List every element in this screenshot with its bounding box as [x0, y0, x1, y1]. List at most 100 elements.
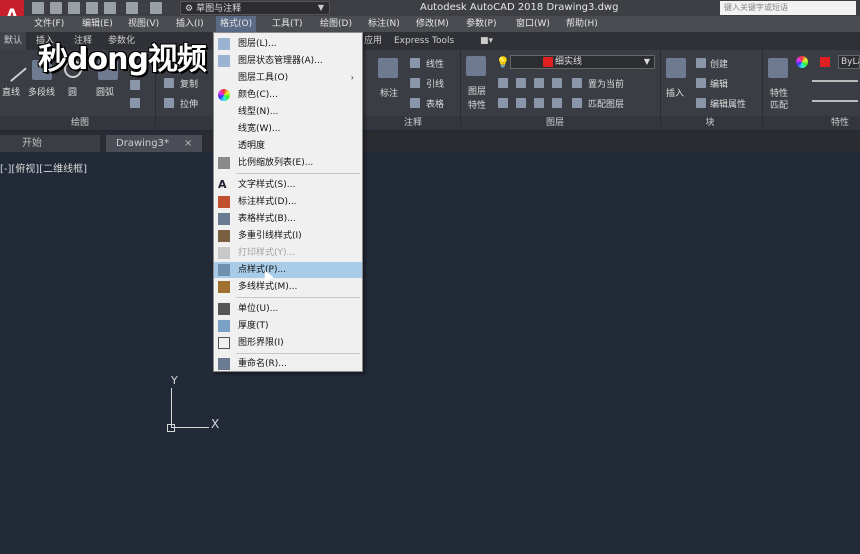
set-current-label[interactable]: 置为当前	[588, 77, 624, 90]
linear-dim-icon[interactable]	[410, 58, 420, 68]
dimension-label[interactable]: 标注	[380, 86, 398, 99]
menu-item-text-style[interactable]: A 文字样式(S)...	[214, 177, 362, 193]
menu-item-linetype[interactable]: 线型(N)...	[214, 104, 362, 120]
layer-tool-icon-4[interactable]	[552, 78, 562, 88]
layer-tool-icon-3[interactable]	[534, 78, 544, 88]
layer-properties-icon[interactable]	[466, 56, 486, 76]
menu-item-layer-state-manager[interactable]: 图层状态管理器(A)...	[214, 53, 362, 69]
stretch-label[interactable]: 拉伸	[180, 97, 198, 110]
leader-label[interactable]: 引线	[426, 77, 444, 90]
table-icon[interactable]	[410, 98, 420, 108]
layer-tool-icon-5[interactable]	[498, 98, 508, 108]
table-label[interactable]: 表格	[426, 97, 444, 110]
menu-dimension[interactable]: 标注(N)	[368, 16, 400, 32]
edit-attributes-label[interactable]: 编辑属性	[710, 97, 746, 110]
create-block-icon[interactable]	[696, 58, 706, 68]
layer-tool-icon[interactable]	[498, 78, 508, 88]
menu-parametric[interactable]: 参数(P)	[466, 16, 496, 32]
layer-tool-icon-2[interactable]	[516, 78, 526, 88]
arc-tool-label[interactable]: 圆弧	[96, 85, 114, 98]
layer-tool-icon-6[interactable]	[516, 98, 526, 108]
line-tool-label[interactable]: 直线	[2, 85, 20, 98]
menu-item-color[interactable]: 颜色(C)...	[214, 87, 362, 103]
polyline-tool-label[interactable]: 多段线	[28, 85, 55, 98]
panel-title-annotation[interactable]: 注释	[368, 116, 458, 130]
camera-icon[interactable]: ■▾	[480, 32, 493, 50]
linetype-preview[interactable]	[812, 80, 858, 82]
create-block-label[interactable]: 创建	[710, 57, 728, 70]
menu-modify[interactable]: 修改(M)	[416, 16, 449, 32]
menu-insert[interactable]: 插入(I)	[176, 16, 204, 32]
match-layer-icon[interactable]	[572, 98, 582, 108]
close-icon[interactable]: ×	[184, 135, 198, 152]
menu-item-dim-style[interactable]: 标注样式(D)...	[214, 194, 362, 210]
menu-item-scale-list[interactable]: 比例缩放列表(E)...	[214, 155, 362, 171]
viewport-controls[interactable]: [-][俯视][二维线框]	[0, 160, 87, 175]
set-current-icon[interactable]	[572, 78, 582, 88]
menu-item-mline-style[interactable]: 多线样式(M)...	[214, 279, 362, 295]
save-as-icon[interactable]	[86, 2, 98, 14]
panel-title-block[interactable]: 块	[680, 116, 740, 130]
panel-title-draw[interactable]: 绘图	[40, 116, 120, 130]
dimension-icon[interactable]	[378, 58, 398, 78]
linear-dim-label[interactable]: 线性	[426, 57, 444, 70]
tab-default[interactable]: 默认	[0, 32, 27, 50]
draw-extra-icon[interactable]	[130, 80, 140, 90]
save-icon[interactable]	[68, 2, 80, 14]
match-layer-label[interactable]: 匹配图层	[588, 97, 624, 110]
search-input[interactable]: 键入关键字或短语	[720, 1, 856, 15]
menu-item-rename[interactable]: 重命名(R)...	[214, 356, 362, 372]
menu-view[interactable]: 视图(V)	[128, 16, 159, 32]
lineweight-preview[interactable]	[812, 100, 858, 102]
match-properties-icon[interactable]	[768, 58, 788, 78]
menu-edit[interactable]: 编辑(E)	[82, 16, 113, 32]
redo-icon[interactable]	[150, 2, 162, 14]
lightbulb-icon[interactable]: 💡	[496, 56, 510, 69]
stretch-icon[interactable]	[164, 98, 174, 108]
menu-item-layer-tools[interactable]: 图层工具(O) ›	[214, 70, 362, 86]
menu-item-transparency[interactable]: 透明度	[214, 138, 362, 154]
copy-icon[interactable]	[164, 78, 174, 88]
color-dropdown[interactable]: ByLa	[838, 55, 860, 69]
layer-tool-icon-8[interactable]	[552, 98, 562, 108]
workspace-switcher[interactable]: ⚙ 草图与注释	[180, 1, 330, 15]
menu-window[interactable]: 窗口(W)	[516, 16, 550, 32]
menu-item-mleader-style[interactable]: 多重引线样式(I)	[214, 228, 362, 244]
layer-properties-label-2[interactable]: 特性	[468, 98, 486, 111]
chevron-down-icon[interactable]: ▼	[312, 1, 330, 15]
open-file-icon[interactable]	[50, 2, 62, 14]
tab-start[interactable]: 开始	[0, 135, 100, 152]
print-icon[interactable]	[104, 2, 116, 14]
edit-attributes-icon[interactable]	[696, 98, 706, 108]
undo-icon[interactable]	[126, 2, 138, 14]
draw-extra-icon-2[interactable]	[130, 98, 140, 108]
tab-express-tools[interactable]: Express Tools	[394, 32, 454, 50]
menu-item-table-style[interactable]: 表格样式(B)...	[214, 211, 362, 227]
menu-help[interactable]: 帮助(H)	[566, 16, 598, 32]
insert-block-label[interactable]: 插入	[666, 86, 684, 99]
insert-block-icon[interactable]	[666, 58, 686, 78]
leader-icon[interactable]	[410, 78, 420, 88]
circle-tool-label[interactable]: 圆	[68, 85, 77, 98]
layer-properties-label-1[interactable]: 图层	[468, 84, 486, 97]
menu-item-units[interactable]: 单位(U)...	[214, 301, 362, 317]
menu-file[interactable]: 文件(F)	[34, 16, 64, 32]
panel-title-properties[interactable]: 特性	[820, 116, 860, 130]
tab-apps[interactable]: 应用	[364, 32, 382, 50]
match-properties-label-2[interactable]: 匹配	[770, 98, 788, 111]
layer-dropdown[interactable]: 细实线 ▼	[510, 55, 655, 69]
menu-item-layer[interactable]: 图层(L)...	[214, 36, 362, 52]
panel-title-layers[interactable]: 图层	[510, 116, 600, 130]
menu-draw[interactable]: 绘图(D)	[320, 16, 352, 32]
edit-block-label[interactable]: 编辑	[710, 77, 728, 90]
copy-label[interactable]: 复制	[180, 77, 198, 90]
menu-item-point-style[interactable]: 点样式(P)...	[214, 262, 362, 278]
menu-item-drawing-limits[interactable]: 图形界限(I)	[214, 335, 362, 351]
menu-item-lineweight[interactable]: 线宽(W)...	[214, 121, 362, 137]
new-file-icon[interactable]	[32, 2, 44, 14]
edit-block-icon[interactable]	[696, 78, 706, 88]
menu-tools[interactable]: 工具(T)	[272, 16, 303, 32]
menu-format[interactable]: 格式(O)	[216, 16, 257, 32]
layer-tool-icon-7[interactable]	[534, 98, 544, 108]
color-wheel-icon[interactable]	[796, 56, 808, 68]
